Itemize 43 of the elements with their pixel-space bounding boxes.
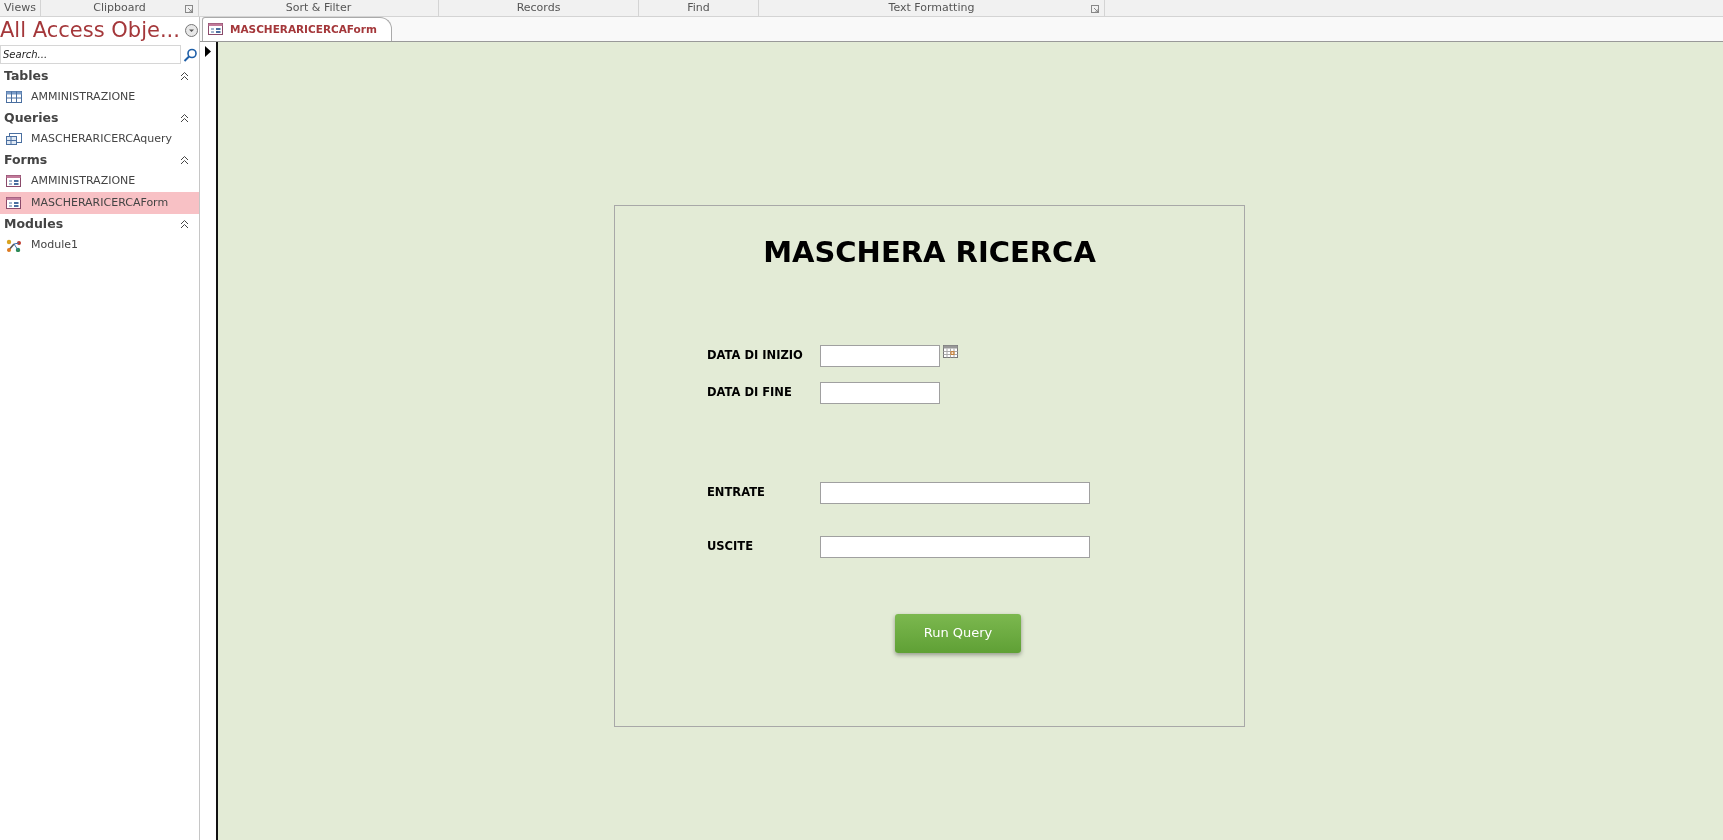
pane-title: All Access Obje... — [0, 17, 180, 43]
group-header: Modules — [4, 214, 64, 233]
dropdown-icon[interactable] — [184, 23, 198, 37]
form-icon — [6, 196, 22, 210]
document-tab[interactable]: MASCHERARICERCAForm — [202, 17, 392, 41]
group-header: Queries — [4, 108, 59, 127]
nav-item[interactable]: MASCHERARICERCAForm — [0, 192, 199, 214]
record-selector-icon — [205, 46, 211, 57]
nav-item[interactable]: Module1 — [0, 234, 199, 256]
input-field[interactable] — [820, 535, 1090, 558]
input-field[interactable] — [820, 481, 1090, 504]
group-header: Forms — [4, 150, 48, 169]
ribbon-group-label: Views — [4, 1, 36, 14]
group-header: Tables — [4, 66, 49, 85]
field-label: ENTRATE — [707, 483, 766, 501]
ribbon-group-label: Records — [516, 1, 561, 14]
form-icon — [6, 174, 22, 188]
search-field[interactable]: Search... — [0, 45, 181, 64]
collapse-icon[interactable] — [180, 113, 189, 123]
ribbon-group-label: Text Formatting — [888, 1, 975, 14]
form-title: MASCHERA RICERCA — [762, 234, 1097, 271]
dialog-launcher-icon[interactable] — [1091, 5, 1099, 13]
module-icon — [6, 238, 22, 252]
nav-item[interactable]: AMMINISTRAZIONE — [0, 86, 199, 108]
nav-item[interactable]: AMMINISTRAZIONE — [0, 170, 199, 192]
ribbon-group-label: Find — [687, 1, 710, 14]
collapse-icon[interactable] — [180, 71, 189, 81]
search-icon[interactable] — [183, 47, 197, 62]
ribbon-group-label: Sort & Filter — [285, 1, 352, 14]
field-label: USCITE — [707, 537, 755, 555]
nav-item[interactable]: MASCHERARICERCAquery — [0, 128, 199, 150]
collapse-icon[interactable] — [180, 155, 189, 165]
ribbon-group-label: Clipboard — [93, 1, 146, 14]
field-label: DATA DI FINE — [707, 383, 793, 401]
dialog-launcher-icon[interactable] — [185, 5, 193, 13]
calendar-icon[interactable] — [943, 344, 958, 358]
form-icon — [208, 23, 224, 36]
table-icon — [6, 90, 22, 104]
field-label: DATA DI INIZIO — [707, 346, 804, 364]
input-field[interactable] — [820, 381, 940, 404]
collapse-icon[interactable] — [180, 219, 189, 229]
query-icon — [6, 132, 22, 146]
input-field[interactable] — [820, 344, 940, 367]
